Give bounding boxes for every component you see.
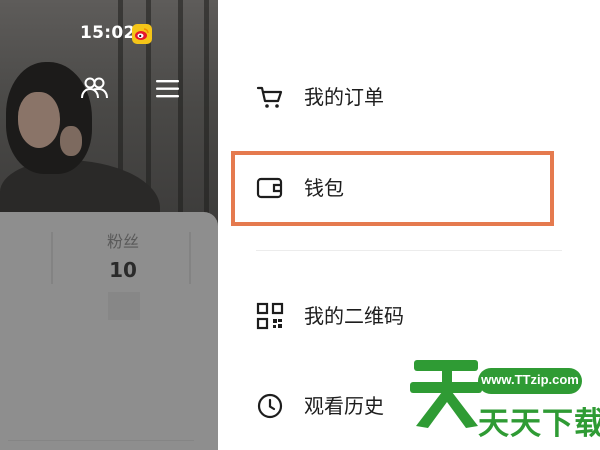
profile-page-background: 15:02 粉丝 10: [0, 0, 218, 450]
followers-label: 粉丝: [106, 232, 139, 251]
friends-icon[interactable]: [80, 76, 108, 104]
stat-divider: [189, 232, 191, 284]
watermark-text: 天天下载: [478, 406, 600, 442]
menu-item-my-orders[interactable]: 我的订单: [218, 69, 600, 125]
wallet-highlight-annotation: [231, 151, 554, 226]
stat-divider: [51, 232, 53, 284]
status-bar-time: 15:02: [80, 23, 136, 43]
menu-item-label: 观看历史: [304, 394, 384, 418]
followers-count[interactable]: 10: [90, 258, 156, 282]
menu-divider: [256, 250, 562, 251]
watermark-url: www.TTzip.com: [481, 372, 579, 387]
menu-item-my-qr-code[interactable]: 我的二维码: [218, 288, 600, 344]
qr-code-icon: [256, 302, 284, 330]
hamburger-menu-icon[interactable]: [156, 79, 180, 103]
watermark-logo-icon: [408, 352, 486, 436]
menu-item-label: 我的二维码: [304, 304, 404, 328]
clock-icon: [256, 392, 284, 420]
menu-item-label: 我的订单: [304, 85, 384, 109]
weibo-notification-icon: [132, 24, 152, 44]
cart-icon: [256, 83, 284, 111]
